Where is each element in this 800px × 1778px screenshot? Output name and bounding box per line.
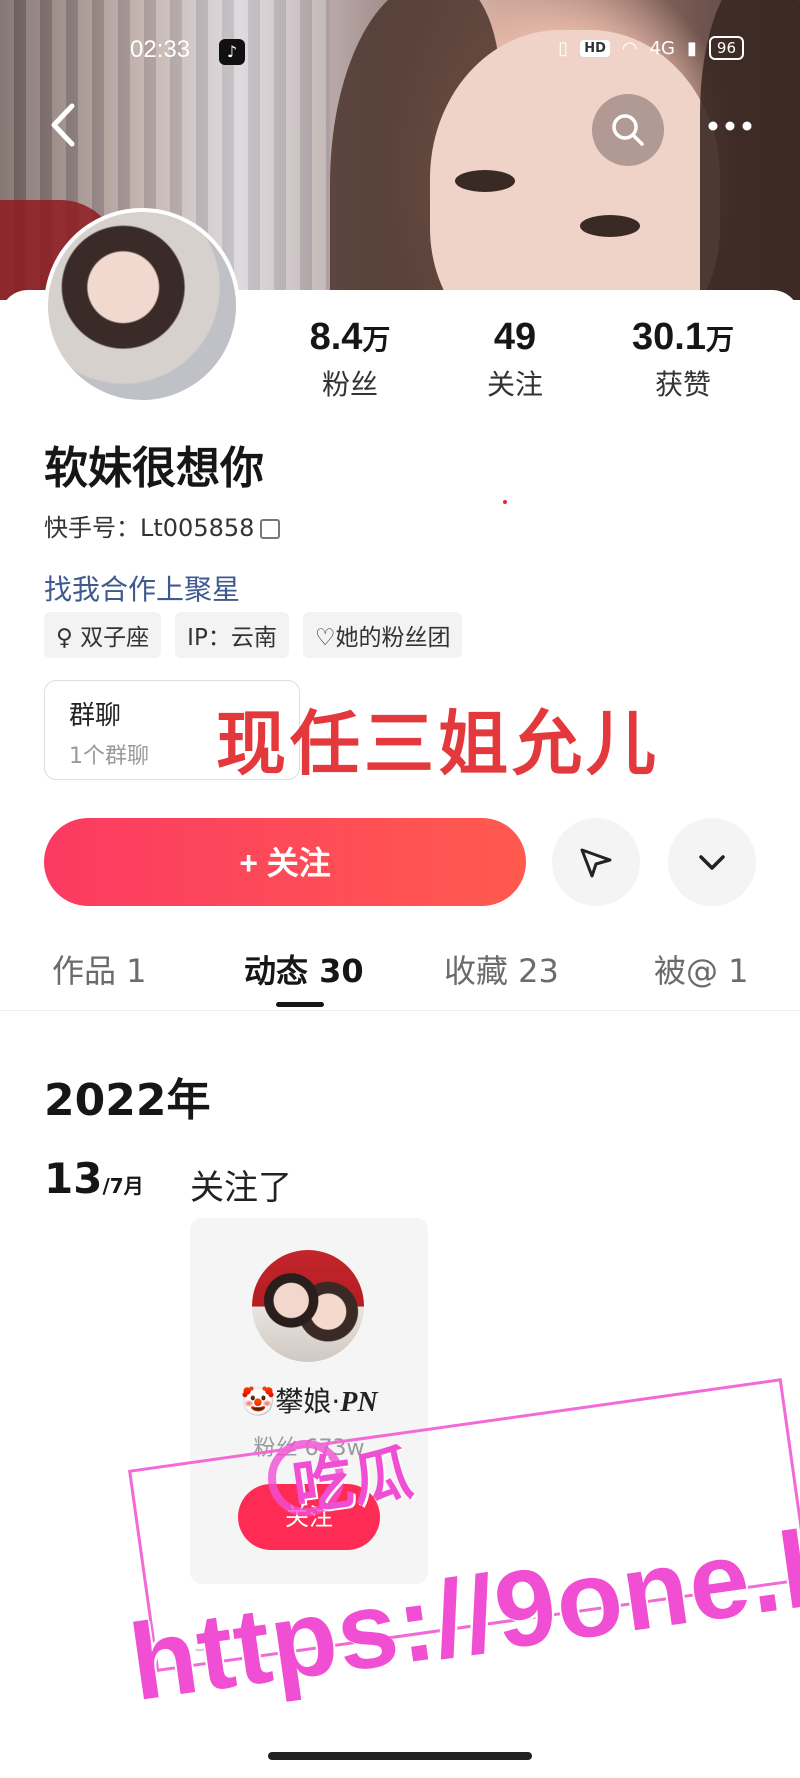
hd-badge: HD (580, 39, 610, 57)
followed-user-name[interactable]: 🤡攀娘·PN (190, 1380, 428, 1420)
home-indicator[interactable] (268, 1752, 532, 1760)
share-button[interactable] (552, 818, 640, 906)
feed-action-text: 关注了 (190, 1168, 292, 1208)
heart-icon: ♡ (314, 625, 336, 651)
kuaishou-id[interactable]: 快手号：Lt005858 (44, 508, 281, 543)
profile-name: 软妹很想你 (44, 443, 264, 494)
back-button[interactable] (48, 100, 88, 156)
copy-icon[interactable] (260, 519, 281, 539)
tag-ip-location: IP：云南 (175, 612, 289, 658)
tab-works[interactable]: 作品 1 (52, 946, 147, 992)
tag-zodiac[interactable]: ♀ 双子座 (44, 612, 162, 658)
battery-indicator: 96 (708, 36, 744, 60)
wifi-icon: ◠ (621, 37, 638, 59)
stat-likes[interactable]: 30.1万 获赞 (603, 316, 763, 403)
send-icon (580, 848, 612, 878)
zodiac-icon: ♀ (56, 625, 81, 651)
chevron-down-icon (699, 855, 725, 870)
profile-bio[interactable]: 找我合作上聚星 (44, 568, 240, 608)
tab-favorites[interactable]: 收藏 23 (444, 946, 559, 992)
signal-label: 4G (649, 37, 675, 59)
red-dot (503, 500, 507, 504)
signal-bars-icon: ▮ (687, 37, 697, 59)
profile-avatar[interactable] (44, 208, 240, 404)
stat-following[interactable]: 49 关注 (435, 316, 595, 403)
tiktok-icon: ♪ (219, 39, 245, 65)
stat-label: 粉丝 (321, 368, 378, 401)
tab-moments[interactable]: 动态 30 (244, 946, 364, 992)
feed-date: 13/7月 (44, 1154, 144, 1203)
vibrate-icon: ▯ (558, 37, 569, 59)
follow-button[interactable]: + 关注 (44, 818, 526, 906)
search-button[interactable] (592, 94, 664, 166)
profile-tabs: 作品 1 动态 30 收藏 23 被@ 1 (0, 940, 800, 1011)
more-dots-icon (708, 121, 752, 131)
stat-label: 关注 (486, 368, 543, 401)
feed-year: 2022年 (44, 1075, 211, 1126)
more-actions-button[interactable] (668, 818, 756, 906)
more-options-button[interactable] (700, 96, 760, 156)
stat-label: 获赞 (654, 368, 711, 401)
overlay-caption: 现任三姐允儿 (216, 703, 660, 785)
back-arrow-icon (51, 103, 75, 147)
tab-mentions[interactable]: 被@ 1 (654, 946, 749, 992)
followed-user-avatar[interactable] (252, 1250, 364, 1362)
status-time: 02:33 (130, 36, 191, 63)
search-icon (612, 114, 644, 146)
profile-tags: ♀ 双子座 IP：云南 ♡她的粉丝团 (44, 612, 463, 658)
status-bar: 02:33 ♪ ▯ HD ◠ 4G ▮ 96 (0, 30, 800, 76)
stat-fans[interactable]: 8.4万 粉丝 (270, 316, 430, 403)
tag-fan-club[interactable]: ♡她的粉丝团 (302, 612, 463, 658)
kuaishou-id-text: 快手号：Lt005858 (44, 514, 255, 542)
tab-active-indicator (276, 1002, 324, 1007)
